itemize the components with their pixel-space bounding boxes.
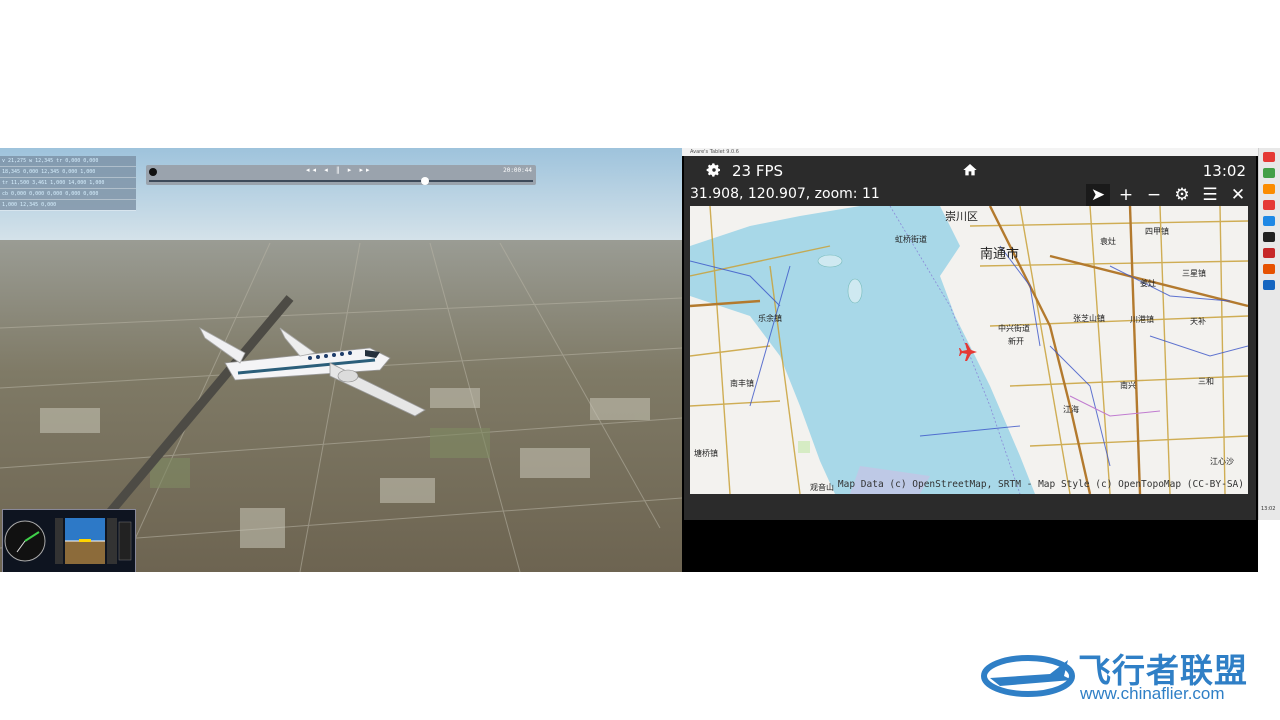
taskbar-app-icon[interactable] bbox=[1263, 248, 1275, 258]
map-label: 观音山 bbox=[810, 482, 834, 492]
map-label: 塘桥镇 bbox=[694, 448, 718, 458]
flight-sim-view[interactable]: ◂◂ ◂ ‖ ▸ ▸▸ 20:00:44 v 21,275 w 12,345 t… bbox=[0, 148, 682, 572]
list-button[interactable]: ☰ bbox=[1198, 184, 1222, 206]
taskbar-clock: 13:02 bbox=[1261, 506, 1276, 512]
map-label: 南丰镇 bbox=[730, 378, 754, 388]
replay-controls[interactable]: ◂◂ ◂ ‖ ▸ ▸▸ bbox=[306, 166, 372, 174]
data-output-panel: v 21,275 w 12,345 tr 0,000 0,000 18,345 … bbox=[0, 156, 136, 211]
coords-bar: 31.908, 120.907, zoom: 11 ➤ + − ⚙ ☰ ✕ bbox=[684, 184, 1256, 206]
bottom-bar bbox=[684, 496, 1256, 520]
zoom-in-icon: + bbox=[1118, 185, 1134, 205]
map-label-city1: 崇川区 bbox=[945, 210, 978, 223]
map-label: 三星镇 bbox=[1182, 268, 1206, 278]
settings-icon[interactable] bbox=[706, 162, 722, 178]
avare-app[interactable]: 23 FPS 13:02 31.908, 120.907, zoom: 11 ➤… bbox=[684, 156, 1256, 520]
map-label: 三和 bbox=[1198, 377, 1214, 386]
map-label: 新开 bbox=[1008, 336, 1024, 346]
replay-track[interactable] bbox=[149, 180, 533, 182]
data-row: tr 11,500 3,461 1,000 14,000 1,000 bbox=[0, 178, 136, 189]
coordinates-zoom: 31.908, 120.907, zoom: 11 bbox=[690, 186, 880, 202]
navigate-icon: ➤ bbox=[1090, 185, 1106, 205]
map-label: 南兴 bbox=[1120, 380, 1136, 390]
taskbar-app-icon[interactable] bbox=[1263, 200, 1275, 210]
zoom-in-button[interactable]: + bbox=[1114, 184, 1138, 206]
zoom-out-icon: − bbox=[1146, 185, 1162, 205]
replay-bar[interactable]: ◂◂ ◂ ‖ ▸ ▸▸ 20:00:44 bbox=[146, 165, 536, 185]
top-bar: 23 FPS 13:02 bbox=[684, 156, 1256, 184]
map-settings-button[interactable]: ⚙ bbox=[1170, 184, 1194, 206]
clock: 13:02 bbox=[1202, 162, 1246, 180]
map-label: 袁灶 bbox=[1100, 236, 1116, 246]
taskbar-app-icon[interactable] bbox=[1263, 152, 1275, 162]
taskbar-app-icon[interactable] bbox=[1263, 232, 1275, 242]
instrument-panel[interactable] bbox=[2, 509, 136, 572]
taskbar-app-icon[interactable] bbox=[1263, 280, 1275, 290]
map-label: 天补 bbox=[1190, 316, 1206, 326]
taskbar-app-icon[interactable] bbox=[1263, 168, 1275, 178]
map-label: 虹桥街道 bbox=[895, 234, 927, 244]
taskbar-app-icon[interactable] bbox=[1263, 264, 1275, 274]
map-label: 四甲镇 bbox=[1145, 226, 1169, 236]
map-label: 中兴街道 bbox=[998, 323, 1030, 333]
window-title: Avare's Tablet 9.0.6 bbox=[682, 148, 1258, 156]
data-row: cb 0,000 0,000 0,000 0,000 0,000 bbox=[0, 189, 136, 200]
navigate-button[interactable]: ➤ bbox=[1086, 184, 1110, 206]
zoom-out-button[interactable]: − bbox=[1142, 184, 1166, 206]
record-icon[interactable] bbox=[149, 168, 157, 176]
map-canvas[interactable]: 崇川区 南通市 乐余镇 南丰镇 塘桥镇 虹桥街道 中兴街道 张芝山镇 川港镇 新… bbox=[690, 206, 1248, 494]
map-label: 乐余镇 bbox=[758, 313, 782, 323]
map-label: 姜灶 bbox=[1140, 278, 1156, 288]
map-label: 张芝山镇 bbox=[1073, 313, 1105, 323]
map-label: 江海 bbox=[1063, 404, 1079, 414]
windows-taskbar[interactable]: 13:02 bbox=[1258, 148, 1280, 520]
close-icon: ✕ bbox=[1230, 185, 1246, 205]
map-label: 川港镇 bbox=[1130, 314, 1154, 324]
data-row: 18,345 0,000 12,345 0,000 1,000 bbox=[0, 167, 136, 178]
chinaflier-logo bbox=[981, 655, 1075, 697]
taskbar-app-icon[interactable] bbox=[1263, 184, 1275, 194]
home-icon[interactable] bbox=[962, 162, 978, 178]
map-attribution: Map Data (c) OpenStreetMap, SRTM - Map S… bbox=[837, 479, 1244, 490]
data-row: v 21,275 w 12,345 tr 0,000 0,000 bbox=[0, 156, 136, 167]
watermark-url: www.chinaflier.com bbox=[1080, 684, 1225, 703]
list-icon: ☰ bbox=[1202, 185, 1218, 205]
avare-window[interactable]: Avare's Tablet 9.0.6 23 FPS 13:02 31.908… bbox=[682, 148, 1258, 572]
close-button[interactable]: ✕ bbox=[1226, 184, 1250, 206]
fps-counter: 23 FPS bbox=[732, 162, 784, 180]
watermark: 飞行者联盟 www.chinaflier.com bbox=[980, 640, 1270, 708]
replay-slider-knob[interactable] bbox=[421, 177, 430, 185]
replay-time: 20:00:44 bbox=[503, 167, 532, 174]
settings-icon: ⚙ bbox=[1174, 185, 1190, 205]
map-label-city2: 南通市 bbox=[980, 246, 1019, 262]
moving-map[interactable]: 崇川区 南通市 乐余镇 南丰镇 塘桥镇 虹桥街道 中兴街道 张芝山镇 川港镇 新… bbox=[690, 206, 1248, 494]
data-row: 1,000 12,345 0,000 bbox=[0, 200, 136, 211]
taskbar-app-icon[interactable] bbox=[1263, 216, 1275, 226]
map-label: 江心沙 bbox=[1210, 457, 1234, 466]
